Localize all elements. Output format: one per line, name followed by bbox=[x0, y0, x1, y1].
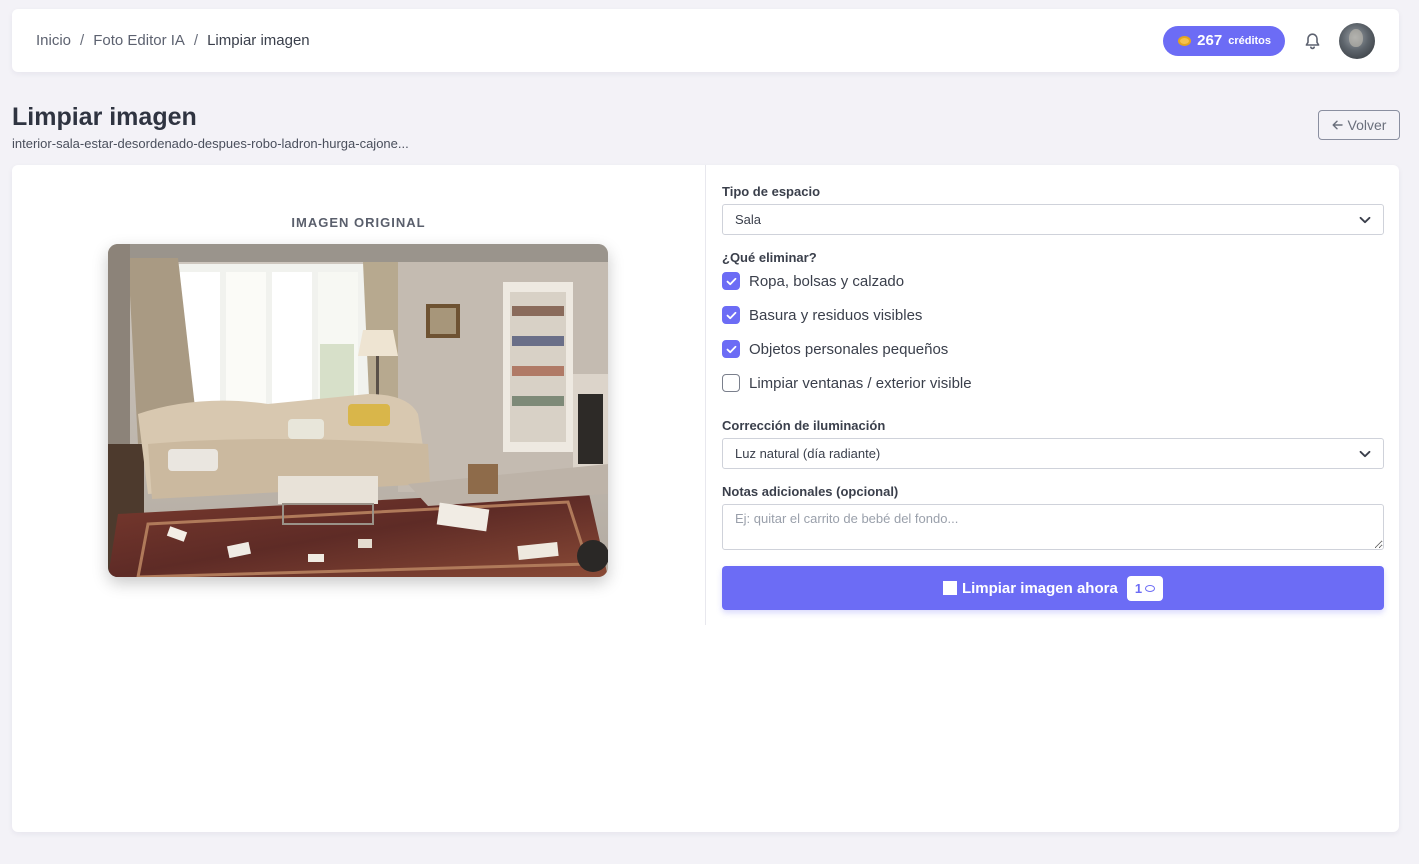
option-personal-items[interactable]: Objetos personales pequeños bbox=[722, 340, 948, 358]
bell-icon[interactable] bbox=[1302, 31, 1322, 51]
checkbox-checked[interactable] bbox=[722, 306, 740, 324]
credits-badge[interactable]: 267 créditos bbox=[1163, 25, 1285, 56]
option-label: Basura y residuos visibles bbox=[749, 306, 923, 324]
clean-image-button[interactable]: Limpiar imagen ahora 1 bbox=[722, 566, 1384, 610]
submit-label: Limpiar imagen ahora bbox=[961, 579, 1118, 597]
option-label: Limpiar ventanas / exterior visible bbox=[749, 374, 972, 392]
credits-label: créditos bbox=[1228, 34, 1271, 47]
cost-value: 1 bbox=[1134, 580, 1143, 596]
original-image-label: IMAGEN ORIGINAL bbox=[291, 215, 426, 230]
original-image bbox=[108, 244, 608, 577]
arrow-left-icon bbox=[1332, 117, 1343, 133]
back-button[interactable]: Volver bbox=[1318, 110, 1400, 140]
space-type-select[interactable]: Sala bbox=[722, 204, 1384, 235]
page-title: Limpiar imagen bbox=[12, 103, 197, 131]
notes-field[interactable] bbox=[722, 504, 1384, 550]
lighting-value: Luz natural (día radiante) bbox=[735, 446, 881, 461]
file-name: interior-sala-estar-desordenado-despues-… bbox=[12, 136, 409, 151]
user-avatar[interactable] bbox=[1339, 22, 1375, 59]
cost-chip: 1 bbox=[1126, 575, 1164, 601]
space-type-label: Tipo de espacio bbox=[722, 184, 821, 199]
breadcrumb-photo-editor[interactable]: Foto Editor IA bbox=[93, 32, 185, 49]
option-label: Objetos personales pequeños bbox=[749, 340, 949, 358]
lighting-label: Corrección de iluminación bbox=[722, 418, 886, 433]
main-card: IMAGEN ORIGINAL Tipo de espacio Sala ¿Qu… bbox=[12, 165, 1399, 832]
column-divider bbox=[705, 165, 706, 625]
breadcrumb-separator: / bbox=[193, 32, 199, 49]
breadcrumb-separator: / bbox=[80, 32, 85, 49]
breadcrumb: Inicio / Foto Editor IA / Limpiar imagen bbox=[36, 32, 310, 49]
coin-icon bbox=[1145, 584, 1156, 592]
checkbox-unchecked[interactable] bbox=[722, 374, 740, 392]
breadcrumb-current: Limpiar imagen bbox=[207, 32, 310, 49]
chevron-down-icon bbox=[1359, 216, 1371, 224]
space-type-value: Sala bbox=[735, 212, 762, 227]
option-clothes[interactable]: Ropa, bolsas y calzado bbox=[722, 272, 904, 290]
back-label: Volver bbox=[1347, 117, 1387, 133]
topbar-actions: 267 créditos bbox=[1163, 22, 1375, 59]
lighting-select[interactable]: Luz natural (día radiante) bbox=[722, 438, 1384, 469]
credits-count: 267 bbox=[1197, 32, 1223, 49]
checkbox-checked[interactable] bbox=[722, 340, 740, 358]
option-trash[interactable]: Basura y residuos visibles bbox=[722, 306, 922, 324]
square-icon bbox=[942, 581, 957, 595]
breadcrumb-home[interactable]: Inicio bbox=[36, 32, 71, 49]
checkbox-checked[interactable] bbox=[722, 272, 740, 290]
top-bar: Inicio / Foto Editor IA / Limpiar imagen… bbox=[12, 9, 1399, 72]
chevron-down-icon bbox=[1359, 450, 1371, 458]
coin-icon bbox=[1178, 35, 1192, 46]
remove-label: ¿Qué eliminar? bbox=[722, 250, 817, 265]
notes-label: Notas adicionales (opcional) bbox=[722, 484, 899, 499]
option-label: Ropa, bolsas y calzado bbox=[749, 272, 905, 290]
option-windows[interactable]: Limpiar ventanas / exterior visible bbox=[722, 374, 972, 392]
